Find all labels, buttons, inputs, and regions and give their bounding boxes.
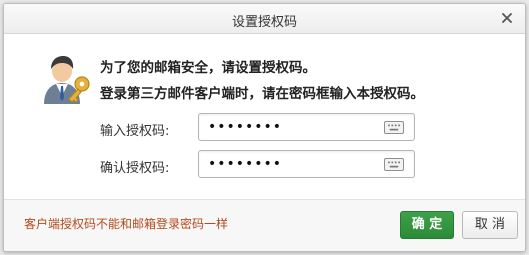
confirm-code-input[interactable] [199,151,379,177]
user-key-icon [44,56,90,104]
cancel-button[interactable]: 取 消 [462,211,518,239]
security-message: 为了您的邮箱安全，请设置授权码。 [100,60,316,76]
dialog-title: 设置授权码 [231,15,297,30]
confirm-button[interactable]: 确 定 [400,211,454,239]
confirm-code-field[interactable] [198,150,415,178]
authorization-code-dialog: 设置授权码 为了您的邮箱安全，请设置授权码。 登录第三方邮件客户端时，请在密码框… [3,3,526,252]
confirm-code-label: 确认授权码: [100,161,170,176]
dialog-titlebar: 设置授权码 [4,4,525,34]
enter-code-label: 输入授权码: [100,124,170,139]
close-icon[interactable] [499,10,515,26]
instruction-message: 登录第三方邮件客户端时，请在密码框输入本授权码。 [100,86,424,102]
keyboard-icon[interactable] [384,121,404,134]
warning-hint: 客户端授权码不能和邮箱登录密码一样 [24,217,229,231]
dialog-footer: 客户端授权码不能和邮箱登录密码一样 确 定 取 消 [4,199,525,251]
enter-code-input[interactable] [199,114,379,140]
enter-code-field[interactable] [198,113,415,141]
keyboard-icon[interactable] [384,158,404,171]
